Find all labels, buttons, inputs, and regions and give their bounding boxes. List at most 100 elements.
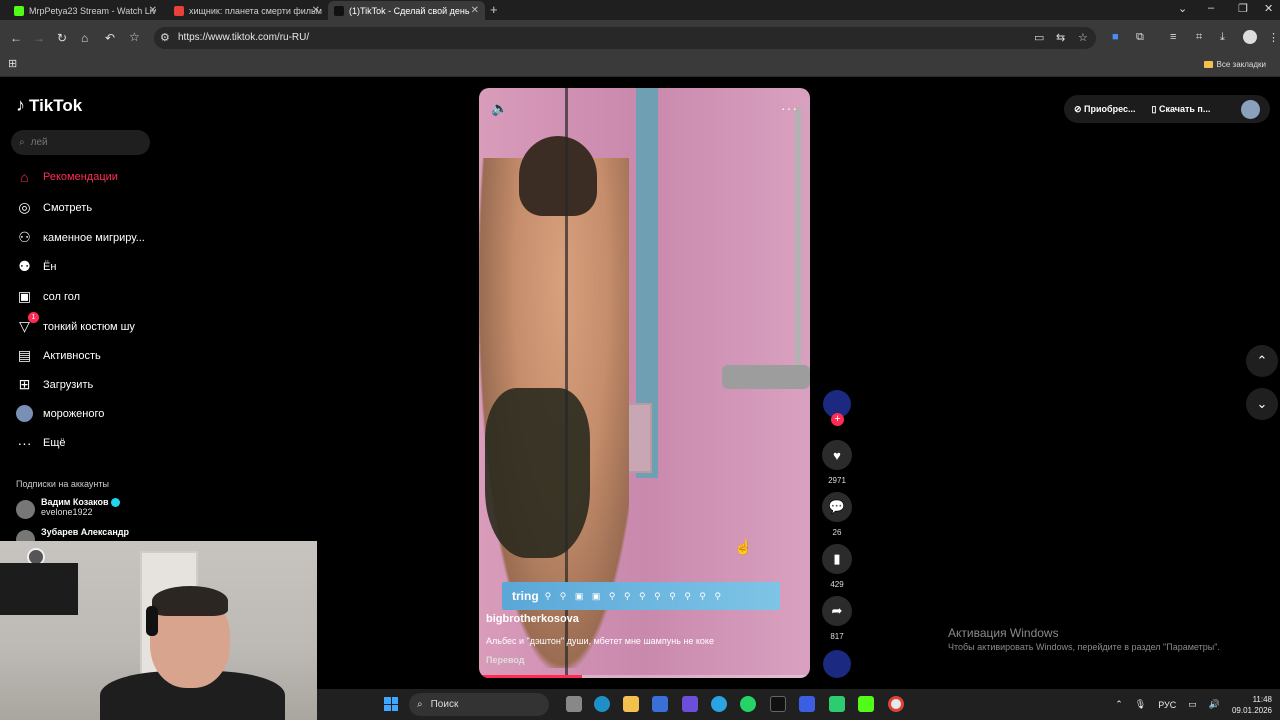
microphone-icon[interactable]: 🎙 [1135,699,1146,710]
tab-2[interactable]: хищник: планета смерти фильм ✕ [168,1,326,20]
sidebar-item-label: тонкий костюм шу [43,320,135,333]
translate-icon[interactable]: ⇆ [1056,31,1065,44]
search-input[interactable]: ⌕ лей [11,130,150,155]
subscription-name: Зубарев Александр [41,527,130,537]
site-info-icon[interactable]: ⚙ [160,31,170,44]
sidebar-item-messages[interactable]: ▽ 1 тонкий костюм шу [16,312,135,335]
forward-icon[interactable]: → [33,31,45,45]
video-author[interactable]: bigbrotherkosova [486,613,579,625]
tab-search-icon[interactable]: ⌄ [1178,2,1187,15]
whatsapp-icon[interactable] [740,696,756,712]
close-tab-icon[interactable]: ✕ [312,5,320,16]
tiktok-logo[interactable]: ♪ TikTok [16,95,82,116]
minimize-icon[interactable]: – [1208,2,1214,14]
tiktok-app-icon[interactable] [770,696,786,712]
close-window-icon[interactable]: ✕ [1264,2,1273,15]
download-app-button[interactable]: ▯ Скачать п... [1152,104,1211,115]
tab-3-active[interactable]: (1)TikTok - Сделай свой день ✕ [328,1,485,20]
task-view-icon[interactable] [566,696,582,712]
like-button[interactable]: ♥ 2971 [822,440,852,485]
url-text[interactable]: https://www.tiktok.com/ru-RU/ [178,32,309,43]
bookmark-star-icon[interactable]: ☆ [129,30,140,44]
clock-time: 11:48 [1252,694,1272,704]
sidebar-item-label: сол гол [43,290,81,303]
video-person-hair [519,136,597,216]
sidebar-item-live[interactable]: ▣ сол гол [16,288,80,305]
tray-chevron-icon[interactable]: ⌃ [1115,699,1123,710]
subscription-handle: evelone1922 [41,507,93,518]
store-icon[interactable] [652,696,668,712]
extension-icon[interactable]: ■ [1112,31,1119,43]
media-icon[interactable]: ≡ [1170,31,1176,43]
taskbar-search-label: Поиск [430,699,459,710]
translate-button[interactable]: Перевод [486,655,524,665]
user-avatar[interactable] [1241,99,1260,119]
crop-icon[interactable]: ⌗ [1196,31,1202,44]
close-tab-icon[interactable]: ✕ [471,5,479,16]
close-tab-icon[interactable]: ✕ [149,5,157,16]
webcam-headset [146,606,158,636]
subscription-item[interactable]: Вадим Козаков evelone1922 [16,497,120,519]
sidebar-item-label: Рекомендации [43,171,118,183]
comment-button[interactable]: 💬 26 [822,492,852,537]
edge-icon[interactable] [594,696,610,712]
reload-icon[interactable]: ↻ [57,31,67,45]
kick-app-icon[interactable] [858,696,874,712]
get-coins-button[interactable]: ⊘ Приобрес... [1074,104,1136,115]
language-indicator[interactable]: РУС [1158,700,1176,710]
search-icon: ⌕ [19,137,25,148]
sidebar-item-following[interactable]: ⚇ каменное мигриру... [16,229,145,246]
windows-start-icon[interactable] [384,697,398,711]
sidebar-item-label: Ён [43,260,57,273]
save-button[interactable]: ▮ 429 [822,544,852,589]
mute-icon[interactable]: 🔈 [491,100,508,117]
sidebar-item-activity[interactable]: ▤ Активность [16,347,101,364]
sidebar-item-profile[interactable]: мороженого [16,405,104,422]
next-video-button[interactable]: ⌄ [1246,388,1278,420]
system-tray: ⌃ 🎙 РУС ▭ 🔊 11:48 09.01.2026 [1115,689,1280,720]
sidebar-item-friends[interactable]: ⚉ Ён [16,258,56,275]
capcut-icon[interactable] [829,696,845,712]
music-disc-icon[interactable] [823,650,851,678]
taskbar-clock[interactable]: 11:48 09.01.2026 [1232,694,1272,716]
sidebar-item-more[interactable]: ··· Ещё [16,435,66,451]
undo-icon[interactable]: ↶ [105,31,115,45]
network-icon[interactable]: ▭ [1188,699,1197,710]
sidebar-item-recommendations[interactable]: ⌂ Рекомендации [16,169,118,185]
sidebar-item-upload[interactable]: ⊞ Загрузить [16,376,94,393]
extensions-puzzle-icon[interactable]: ⧉ [1136,31,1144,44]
star-icon[interactable]: ☆ [1078,31,1088,44]
apps-grid-icon[interactable]: ⊞ [8,57,17,70]
app-icon-purple[interactable] [682,696,698,712]
telegram-icon[interactable] [711,696,727,712]
maximize-icon[interactable]: ❐ [1238,2,1248,15]
video-sponsor-banner: tring ⚲ ⚲ ▣ ▣ ⚲ ⚲ ⚲ ⚲ ⚲ ⚲ ⚲ ⚲ [502,582,780,610]
home-icon[interactable]: ⌂ [81,31,88,45]
app-icon-blue[interactable] [799,696,815,712]
activation-text: Чтобы активировать Windows, перейдите в … [948,642,1220,652]
share-button[interactable]: ➦ 817 [822,596,852,641]
file-explorer-icon[interactable] [623,696,639,712]
webcam-tv [0,563,78,615]
menu-icon[interactable]: ⋮ [1268,31,1279,44]
cast-icon[interactable]: ▭ [1034,31,1044,44]
previous-video-button[interactable]: ⌃ [1246,345,1278,377]
new-tab-button[interactable]: + [490,2,498,17]
banner-brand: tring [512,589,539,603]
back-icon[interactable]: ← [10,31,22,45]
sidebar-item-explore[interactable]: ◎ Смотреть [16,199,92,216]
chrome-icon[interactable] [888,696,904,712]
profile-avatar-icon[interactable] [1243,30,1257,44]
more-options-icon[interactable]: ··· [781,100,798,116]
bookmarks-bar [0,55,1280,77]
all-bookmarks[interactable]: Все закладки [1203,60,1266,69]
live-icon: ▣ [17,288,32,304]
taskbar-search[interactable]: ⌕ Поиск [409,693,549,716]
bookmark-icon: ▮ [822,544,852,574]
tab-1[interactable]: MrpPetya23 Stream - Watch Liv ✕ [8,1,163,20]
video-progress-bar[interactable] [479,675,810,678]
video-player[interactable]: 🔈 ··· tring ⚲ ⚲ ▣ ▣ ⚲ ⚲ ⚲ ⚲ ⚲ ⚲ ⚲ ⚲ bigb… [479,88,810,678]
follow-plus-icon[interactable]: + [831,413,844,426]
download-icon[interactable]: ⤓ [1220,31,1225,44]
volume-icon[interactable]: 🔊 [1209,699,1220,710]
